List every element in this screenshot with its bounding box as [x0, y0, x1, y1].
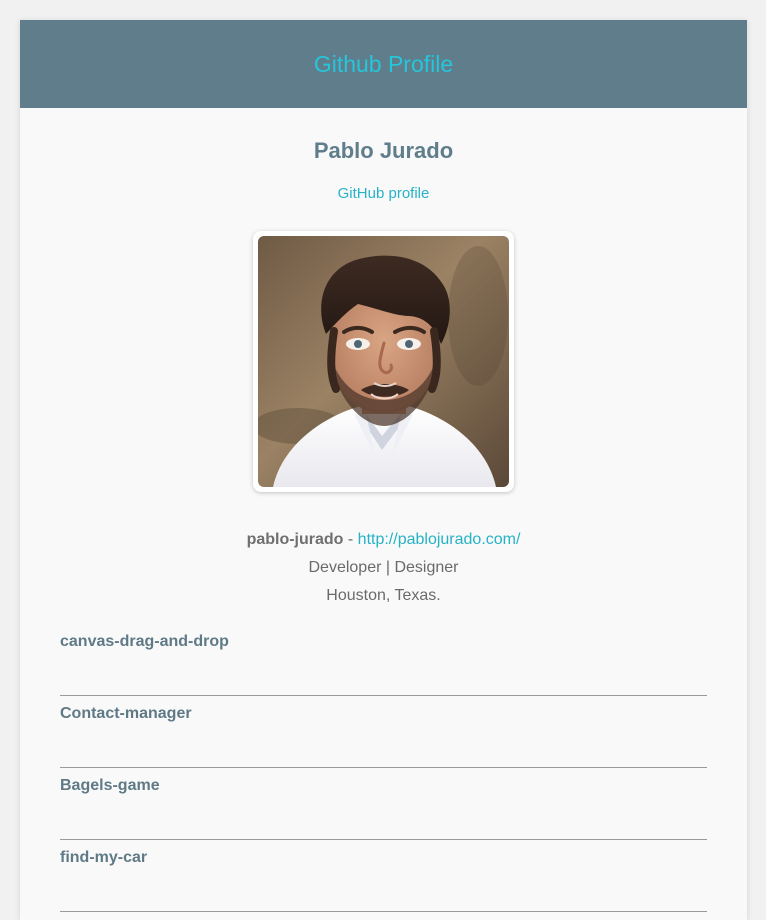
- profile-separator: -: [343, 531, 358, 548]
- profile-content: Pablo Jurado GitHub profile pablo-jurado…: [20, 108, 747, 610]
- repository-item[interactable]: find-my-car: [60, 840, 707, 912]
- repository-item[interactable]: Bagels-game: [60, 768, 707, 840]
- profile-login-line: pablo-jurado - http://pablojurado.com/: [20, 526, 747, 554]
- profile-meta: pablo-jurado - http://pablojurado.com/ D…: [20, 526, 747, 610]
- website-link[interactable]: http://pablojurado.com/: [358, 531, 521, 548]
- profile-bio: Developer | Designer: [308, 559, 459, 576]
- repository-list: canvas-drag-and-drop Contact-manager Bag…: [60, 624, 707, 912]
- repository-name[interactable]: Bagels-game: [60, 777, 707, 795]
- avatar-frame: [253, 231, 514, 492]
- repository-item[interactable]: canvas-drag-and-drop: [60, 624, 707, 696]
- github-profile-link[interactable]: GitHub profile: [338, 185, 430, 203]
- repository-name[interactable]: canvas-drag-and-drop: [60, 633, 707, 651]
- profile-location: Houston, Texas.: [326, 587, 441, 604]
- profile-name: Pablo Jurado: [313, 138, 454, 163]
- profile-login: pablo-jurado: [246, 531, 344, 548]
- repository-name[interactable]: find-my-car: [60, 849, 707, 867]
- app-header: Github Profile: [20, 20, 747, 108]
- avatar: [258, 236, 509, 487]
- profile-card: Github Profile Pablo Jurado GitHub profi…: [20, 20, 747, 920]
- repository-item[interactable]: Contact-manager: [60, 696, 707, 768]
- app-title: Github Profile: [313, 50, 454, 77]
- repository-name[interactable]: Contact-manager: [60, 705, 707, 723]
